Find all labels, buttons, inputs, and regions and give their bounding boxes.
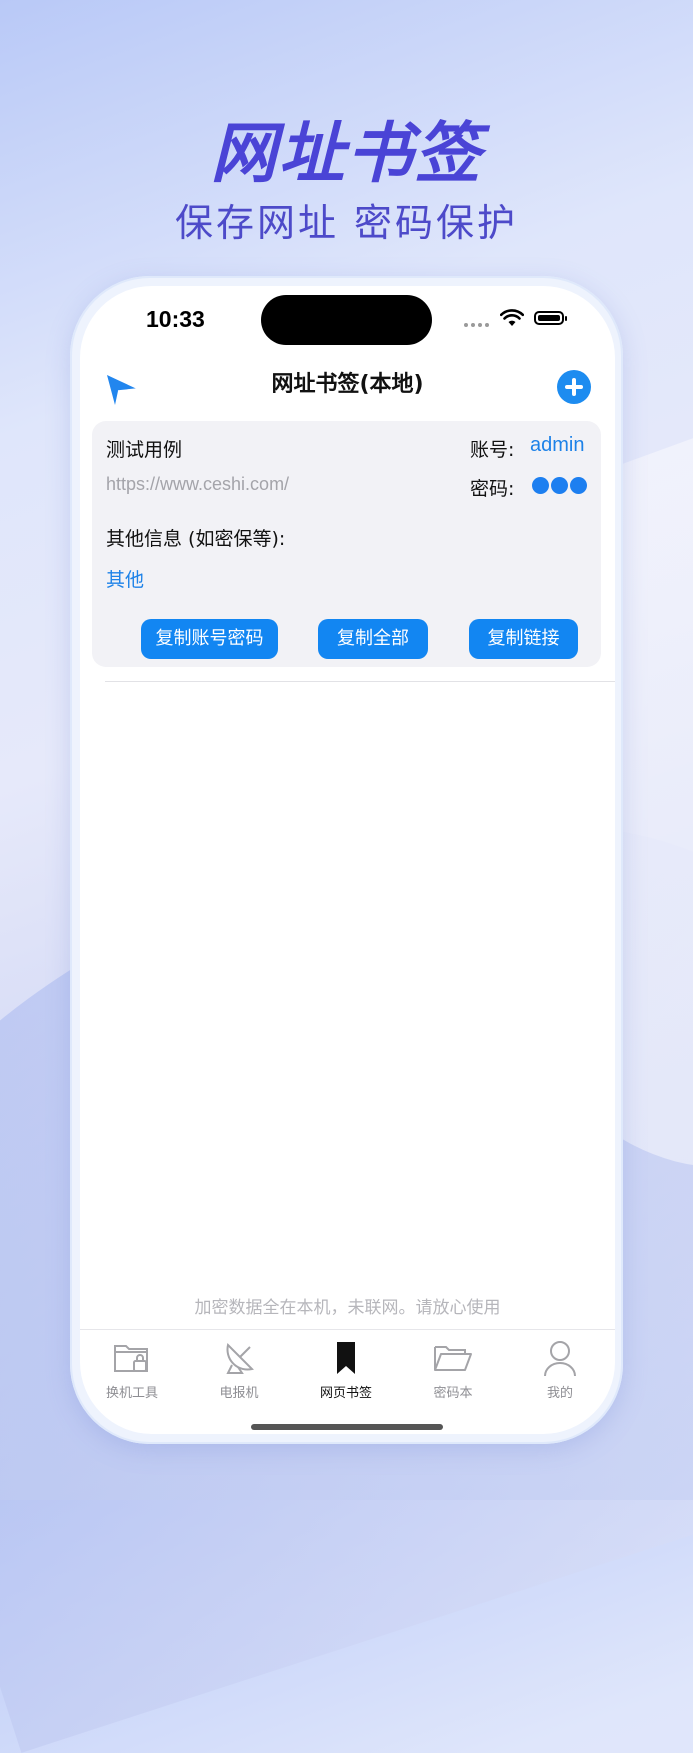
status-time: 10:33 [146, 306, 205, 332]
other-info-value[interactable]: 其他 [106, 565, 144, 592]
folder-lock-icon [114, 1345, 148, 1372]
tab-label: 网页书签 [319, 1386, 372, 1401]
bookmark-icon [337, 1342, 355, 1374]
privacy-note: 加密数据全在本机，未联网。请放心使用 [194, 1298, 501, 1318]
tab-bar-divider [80, 1329, 615, 1330]
password-label: 密码: [470, 478, 515, 500]
wifi-icon [500, 309, 524, 326]
tab-me[interactable]: 我的 [515, 1336, 605, 1401]
person-icon [544, 1341, 576, 1377]
battery-icon [534, 311, 567, 325]
tab-label: 我的 [546, 1386, 573, 1401]
tab-password-book[interactable]: 密码本 [408, 1336, 498, 1401]
copy-all-button[interactable]: 复制全部 [318, 619, 428, 659]
password-masked-value[interactable] [532, 477, 587, 494]
tab-telegraph[interactable]: 电报机 [194, 1336, 284, 1401]
bookmark-name: 测试用例 [106, 439, 183, 461]
bookmark-card[interactable]: 测试用例 https://www.ceshi.com/ 账号: admin 密码… [92, 421, 601, 667]
tab-web-bookmarks[interactable]: 网页书签 [301, 1336, 391, 1401]
tab-label: 换机工具 [105, 1386, 158, 1401]
promo-subtitle: 保存网址 密码保护 [174, 201, 519, 245]
phone-screen: 10:33 网址书签(本地) 测试用例 https://www.ceshi.co… [80, 286, 615, 1434]
other-info-label: 其他信息 (如密保等): [106, 528, 286, 550]
account-label: 账号: [470, 439, 515, 461]
cellular-signal-icon [464, 323, 489, 327]
copy-account-password-button[interactable]: 复制账号密码 [141, 619, 278, 659]
satellite-dish-icon [226, 1343, 254, 1374]
dynamic-island [261, 295, 432, 345]
home-indicator[interactable] [251, 1424, 443, 1430]
list-divider [105, 681, 615, 682]
folder-open-icon [434, 1346, 472, 1371]
tab-label: 电报机 [219, 1386, 259, 1401]
account-value[interactable]: admin [530, 434, 584, 457]
nav-title: 网址书签(本地) [271, 372, 424, 397]
tab-label: 密码本 [433, 1386, 473, 1401]
promo-title: 网址书签 [210, 115, 483, 192]
add-bookmark-button[interactable] [557, 370, 591, 404]
tab-transfer-tool[interactable]: 换机工具 [87, 1336, 177, 1401]
copy-link-button[interactable]: 复制链接 [469, 619, 578, 659]
bookmark-url[interactable]: https://www.ceshi.com/ [106, 474, 289, 495]
